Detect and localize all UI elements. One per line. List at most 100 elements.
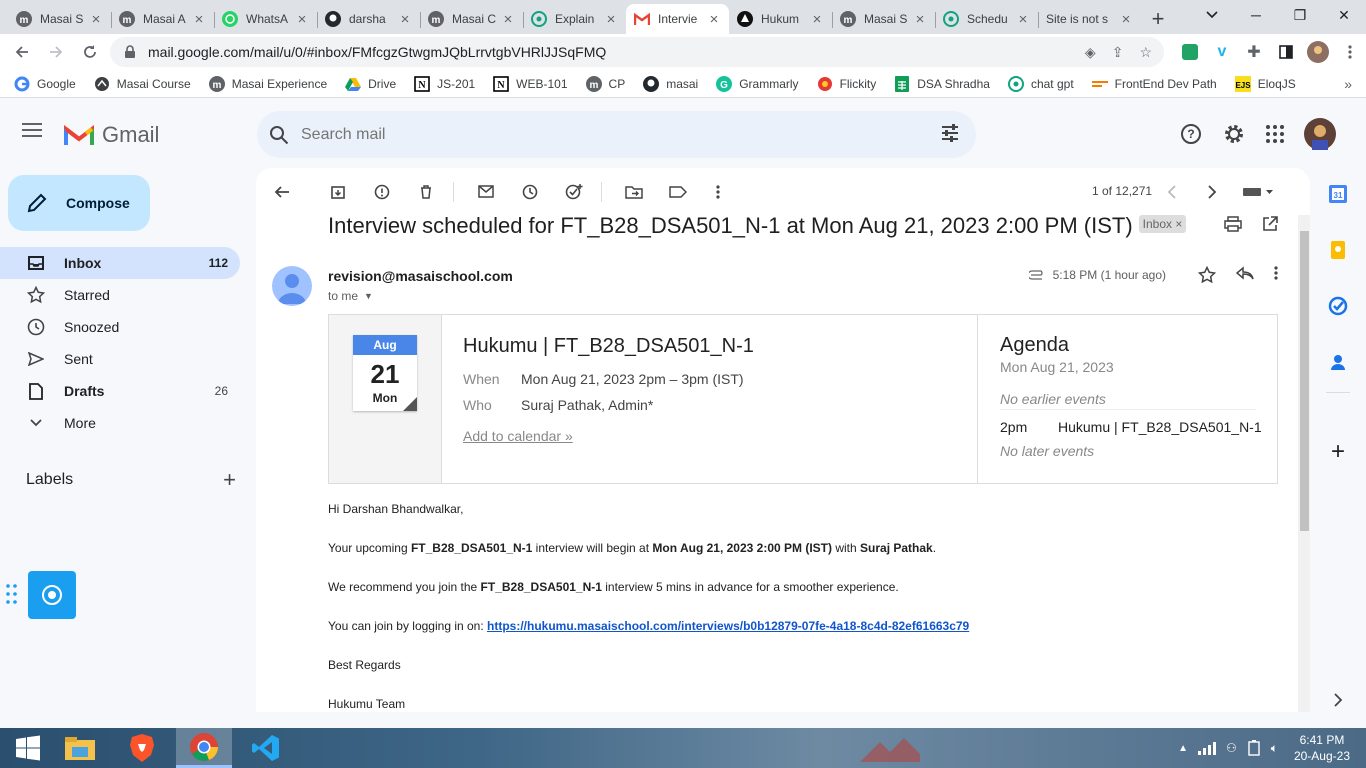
more-actions-icon[interactable] [706, 180, 730, 204]
brave-browser-icon[interactable] [114, 728, 170, 768]
restore-button[interactable]: ❐ [1278, 0, 1322, 30]
apps-grid-icon[interactable] [1266, 125, 1284, 143]
browser-tab[interactable]: WhatsA × [214, 4, 317, 34]
address-bar[interactable]: mail.google.com/mail/u/0/#inbox/FMfcgzGt… [110, 37, 1164, 67]
nav-item-starred[interactable]: Starred [0, 279, 240, 311]
browser-tab[interactable]: Hukum × [729, 4, 832, 34]
label-icon[interactable] [666, 180, 690, 204]
bookmark-item[interactable]: EJS EloqJS [1234, 75, 1296, 92]
browser-tab[interactable]: Intervie × [626, 4, 729, 34]
support-icon[interactable]: ? [1180, 123, 1202, 145]
chrome-taskbar-icon[interactable] [176, 728, 232, 768]
bookmark-item[interactable]: masai [643, 75, 698, 92]
scrollbar-thumb[interactable] [1300, 231, 1309, 531]
browser-menu-icon[interactable] [1334, 36, 1366, 68]
nav-item-sent[interactable]: Sent [0, 343, 240, 375]
search-icon[interactable] [269, 125, 289, 145]
battery-icon[interactable] [1247, 740, 1261, 756]
minimize-button[interactable]: ─ [1234, 0, 1278, 30]
screen-recorder-icon[interactable] [28, 571, 76, 619]
back-to-inbox-icon[interactable] [270, 180, 294, 204]
bookmark-item[interactable]: Google [14, 76, 76, 92]
bookmark-item[interactable]: Flickity [817, 76, 876, 92]
bookmark-item[interactable]: N WEB-101 [493, 75, 568, 92]
new-tab-button[interactable]: + [1141, 4, 1175, 34]
interview-link[interactable]: https://hukumu.masaischool.com/interview… [487, 619, 969, 633]
browser-tab[interactable]: Site is not s × [1038, 4, 1141, 34]
install-icon[interactable]: ◈ [1085, 44, 1096, 61]
nav-item-snoozed[interactable]: Snoozed [0, 311, 240, 343]
bookmark-item[interactable]: FrontEnd Dev Path [1091, 76, 1217, 92]
message-more-icon[interactable] [1274, 266, 1278, 284]
tasks-app-icon[interactable] [1326, 294, 1350, 318]
bookmark-item[interactable]: chat gpt [1007, 75, 1074, 92]
network-icon[interactable] [1197, 741, 1216, 755]
browser-tab[interactable]: m Masai S × [832, 4, 935, 34]
share-icon[interactable]: ⇪ [1112, 44, 1124, 61]
account-avatar[interactable] [1304, 118, 1336, 150]
close-tab-icon[interactable]: × [501, 11, 515, 28]
volume-icon[interactable]: 🔈︎ [1271, 741, 1278, 756]
bookmark-item[interactable]: m CP [585, 75, 625, 92]
older-icon[interactable] [1200, 180, 1224, 204]
browser-tab[interactable]: darsha × [317, 4, 420, 34]
vscode-icon[interactable] [238, 728, 294, 768]
add-to-tasks-icon[interactable] [562, 180, 586, 204]
keep-app-icon[interactable] [1326, 238, 1350, 262]
search-options-icon[interactable] [940, 123, 960, 143]
close-tab-icon[interactable]: × [398, 11, 412, 28]
browser-tab[interactable]: m Masai A × [111, 4, 214, 34]
bookmark-item[interactable]: DSA Shradha [894, 75, 990, 92]
bookmarks-overflow-button[interactable]: » [1344, 76, 1352, 92]
extension-grammarly-icon[interactable] [1174, 36, 1206, 68]
input-tools-icon[interactable] [1240, 180, 1276, 204]
extensions-icon[interactable]: ✚ [1238, 36, 1270, 68]
reload-button[interactable] [74, 36, 106, 68]
expand-panel-icon[interactable] [1326, 688, 1350, 712]
reply-icon[interactable] [1236, 266, 1254, 284]
browser-tab[interactable]: m Masai C × [420, 4, 523, 34]
star-icon[interactable] [1198, 266, 1216, 284]
bookmark-item[interactable]: G Grammarly [716, 75, 799, 92]
tray-chevron-up-icon[interactable]: ▲ [1178, 743, 1188, 754]
profile-avatar[interactable] [1302, 36, 1334, 68]
bookmark-item[interactable]: N JS-201 [414, 75, 475, 92]
archive-icon[interactable] [326, 180, 350, 204]
delete-icon[interactable] [414, 180, 438, 204]
forward-button[interactable] [40, 36, 72, 68]
sender-email[interactable]: revision@masaischool.com [328, 268, 513, 284]
bookmark-star-icon[interactable]: ☆ [1139, 44, 1152, 61]
close-tab-icon[interactable]: × [707, 11, 721, 28]
close-tab-icon[interactable]: × [295, 11, 309, 28]
gmail-logo[interactable]: Gmail [64, 122, 159, 148]
snooze-icon[interactable] [518, 180, 542, 204]
side-panel-icon[interactable] [1270, 36, 1302, 68]
tab-search-icon[interactable] [1190, 0, 1234, 30]
report-spam-icon[interactable] [370, 180, 394, 204]
search-bar[interactable] [257, 111, 976, 158]
settings-gear-icon[interactable] [1222, 122, 1246, 146]
search-input[interactable] [301, 125, 901, 144]
clock[interactable]: 6:41 PM 20-Aug-23 [1294, 732, 1350, 764]
get-addons-icon[interactable]: + [1326, 438, 1350, 465]
mark-unread-icon[interactable] [474, 180, 498, 204]
vertical-scrollbar[interactable] [1298, 215, 1310, 712]
browser-tab[interactable]: Schedu × [935, 4, 1038, 34]
main-menu-icon[interactable] [22, 122, 42, 138]
contacts-app-icon[interactable] [1326, 350, 1350, 374]
move-to-icon[interactable] [622, 180, 646, 204]
browser-tab[interactable]: m Masai S × [8, 4, 111, 34]
close-tab-icon[interactable]: × [913, 11, 927, 28]
browser-tab[interactable]: Explain × [523, 4, 626, 34]
camera-privacy-icon[interactable]: ⚇ [1226, 741, 1237, 755]
close-window-button[interactable]: ✕ [1322, 0, 1366, 30]
nav-item-drafts[interactable]: Drafts 26 [0, 375, 240, 407]
inbox-label-chip[interactable]: Inbox × [1138, 215, 1187, 234]
remove-label-icon[interactable]: × [1175, 217, 1182, 231]
close-tab-icon[interactable]: × [1016, 11, 1030, 28]
calendar-app-icon[interactable]: 31 [1326, 182, 1350, 206]
add-to-calendar-link[interactable]: Add to calendar » [463, 428, 573, 444]
bookmark-item[interactable]: m Masai Experience [208, 75, 327, 92]
compose-button[interactable]: Compose [8, 175, 150, 231]
nav-item-more[interactable]: More [0, 407, 240, 439]
